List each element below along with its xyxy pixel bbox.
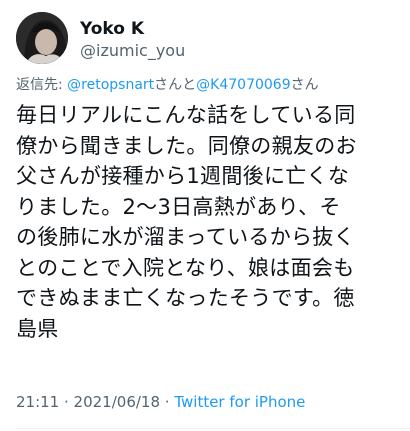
tweet-text-line: りました。2〜3日高熱があり、そ (16, 194, 341, 219)
author-name[interactable]: Yoko K (80, 18, 144, 40)
tweet-text-line: とのことで入院となり、娘は面会も (16, 255, 355, 280)
avatar-photo-icon (16, 12, 68, 64)
tweet-text-line: の後肺に水が溜まっているから抜く (16, 225, 355, 249)
tweet-source-link[interactable]: Twitter for iPhone (174, 393, 305, 411)
meta-separator: · (59, 393, 74, 411)
reply-to-line: 返信先: @retopsnartさんと@K47070069さん (16, 75, 319, 95)
avatar[interactable] (16, 12, 68, 64)
tweet-date[interactable]: 2021/06/18 (74, 393, 160, 411)
reply-suffix: さん (290, 77, 319, 93)
tweet-metadata: 21:11 · 2021/06/18 · Twitter for iPhone (16, 392, 305, 412)
tweet-time[interactable]: 21:11 (16, 393, 59, 411)
tweet-text-line: 島県 (16, 316, 59, 341)
divider (16, 428, 410, 429)
reply-mention-k47070069[interactable]: @K47070069 (196, 77, 290, 93)
tweet-text-line: 毎日リアルにこんな話をしている同 (16, 103, 356, 127)
reply-mention-retopsnart[interactable]: @retopsnart (67, 77, 154, 93)
reply-prefix: 返信先: (16, 77, 68, 93)
reply-joiner: さんと (154, 77, 197, 93)
tweet-text-line: 父さんが接種から1週間後に亡くな (16, 164, 350, 188)
tweet: Yoko K @izumic_you 返信先: @retopsnartさんと@K… (0, 0, 410, 431)
author-handle[interactable]: @izumic_you (80, 40, 185, 62)
meta-separator: · (160, 393, 175, 411)
tweet-text-line: 僚から聞きました。同僚の親友のお (16, 133, 357, 158)
tweet-text-line: できぬまま亡くなったそうです。徳 (16, 286, 355, 310)
tweet-text: 毎日リアルにこんな話をしている同 僚から聞きました。同僚の親友のお 父さんが接種… (16, 100, 402, 344)
